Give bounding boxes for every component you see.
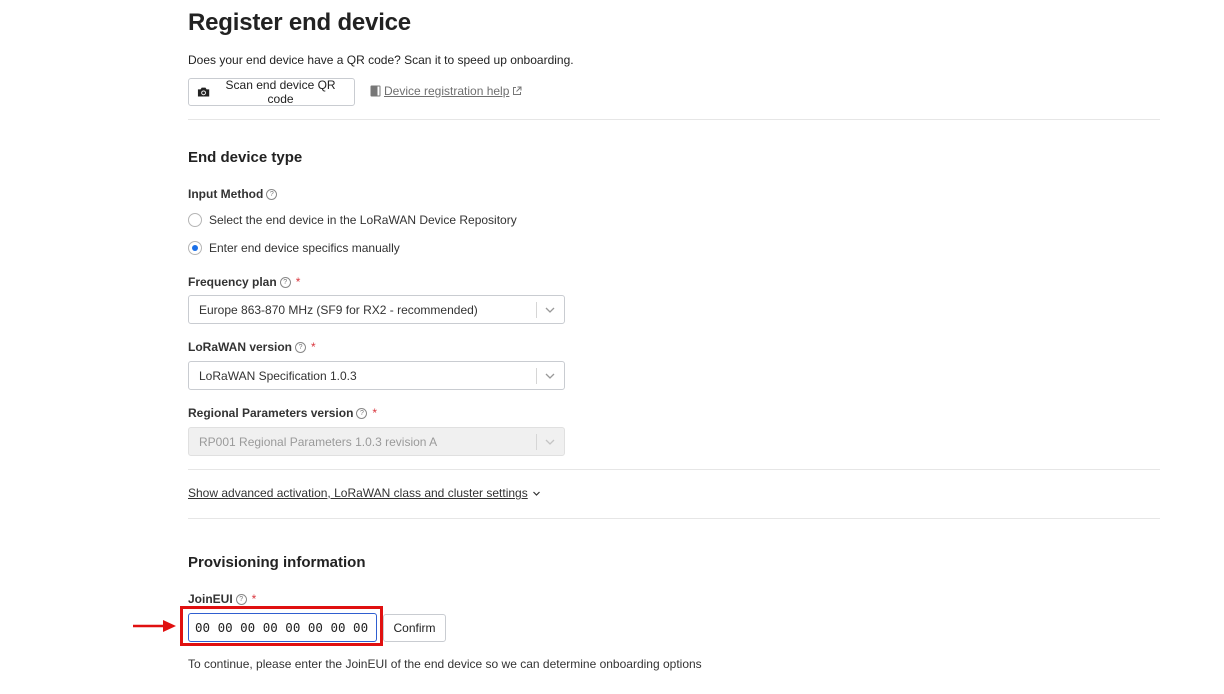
confirm-button-label: Confirm: [393, 621, 436, 635]
help-link-text: Device registration help: [384, 84, 510, 98]
book-icon: [370, 85, 381, 97]
required-marker: *: [311, 340, 316, 354]
required-marker: *: [295, 275, 301, 289]
divider: [188, 469, 1160, 470]
divider: [188, 119, 1160, 120]
frequency-plan-select[interactable]: Europe 863-870 MHz (SF9 for RX2 - recomm…: [188, 295, 565, 324]
chevron-down-icon: [545, 439, 555, 445]
regional-parameters-label: Regional Parameters version ? *: [188, 406, 378, 420]
radio-device-repository[interactable]: Select the end device in the LoRaWAN Dev…: [188, 213, 517, 227]
required-marker: *: [372, 406, 378, 420]
select-value: Europe 863-870 MHz (SF9 for RX2 - recomm…: [199, 303, 478, 317]
arrow-right-icon: [133, 620, 176, 632]
confirm-button[interactable]: Confirm: [383, 614, 446, 642]
select-separator: [536, 434, 537, 450]
question-circle-icon[interactable]: ?: [235, 593, 247, 605]
external-link-icon: [513, 86, 522, 95]
chevron-down-icon: [532, 491, 540, 496]
input-method-label: Input Method ?: [188, 187, 278, 201]
radio-label: Select the end device in the LoRaWAN Dev…: [209, 213, 517, 227]
page-subtitle: Does your end device have a QR code? Sca…: [188, 53, 574, 67]
lorawan-version-select[interactable]: LoRaWAN Specification 1.0.3: [188, 361, 565, 390]
frequency-plan-label: Frequency plan ? *: [188, 275, 301, 289]
advanced-link-text: Show advanced activation, LoRaWAN class …: [188, 486, 528, 500]
provisioning-heading: Provisioning information: [188, 554, 366, 571]
camera-icon: [197, 87, 210, 97]
question-circle-icon[interactable]: ?: [279, 276, 291, 288]
select-value: RP001 Regional Parameters 1.0.3 revision…: [199, 435, 438, 449]
required-marker: *: [251, 592, 257, 606]
lorawan-version-label: LoRaWAN version ? *: [188, 340, 316, 354]
show-advanced-settings-link[interactable]: Show advanced activation, LoRaWAN class …: [188, 486, 541, 500]
select-separator: [536, 302, 537, 318]
scan-qr-button[interactable]: Scan end device QR code: [188, 78, 355, 106]
select-separator: [536, 368, 537, 384]
chevron-down-icon: [545, 307, 555, 313]
regional-parameters-select: RP001 Regional Parameters 1.0.3 revision…: [188, 427, 565, 456]
end-device-type-heading: End device type: [188, 149, 303, 166]
radio-manual-entry[interactable]: Enter end device specifics manually: [188, 241, 400, 255]
select-value: LoRaWAN Specification 1.0.3: [199, 369, 357, 383]
divider: [188, 518, 1160, 519]
radio-label: Enter end device specifics manually: [209, 241, 400, 255]
radio-button[interactable]: [188, 213, 202, 227]
page-title: Register end device: [188, 9, 411, 36]
chevron-down-icon: [545, 373, 555, 379]
join-eui-label: JoinEUI ? *: [188, 592, 257, 606]
question-circle-icon[interactable]: ?: [356, 407, 368, 419]
scan-qr-button-label: Scan end device QR code: [225, 78, 336, 106]
join-eui-hint: To continue, please enter the JoinEUI of…: [188, 657, 702, 671]
device-registration-help-link[interactable]: Device registration help: [370, 84, 522, 98]
join-eui-input[interactable]: [188, 613, 377, 642]
question-circle-icon[interactable]: ?: [266, 188, 278, 200]
question-circle-icon[interactable]: ?: [295, 341, 307, 353]
radio-button-checked[interactable]: [188, 241, 202, 255]
